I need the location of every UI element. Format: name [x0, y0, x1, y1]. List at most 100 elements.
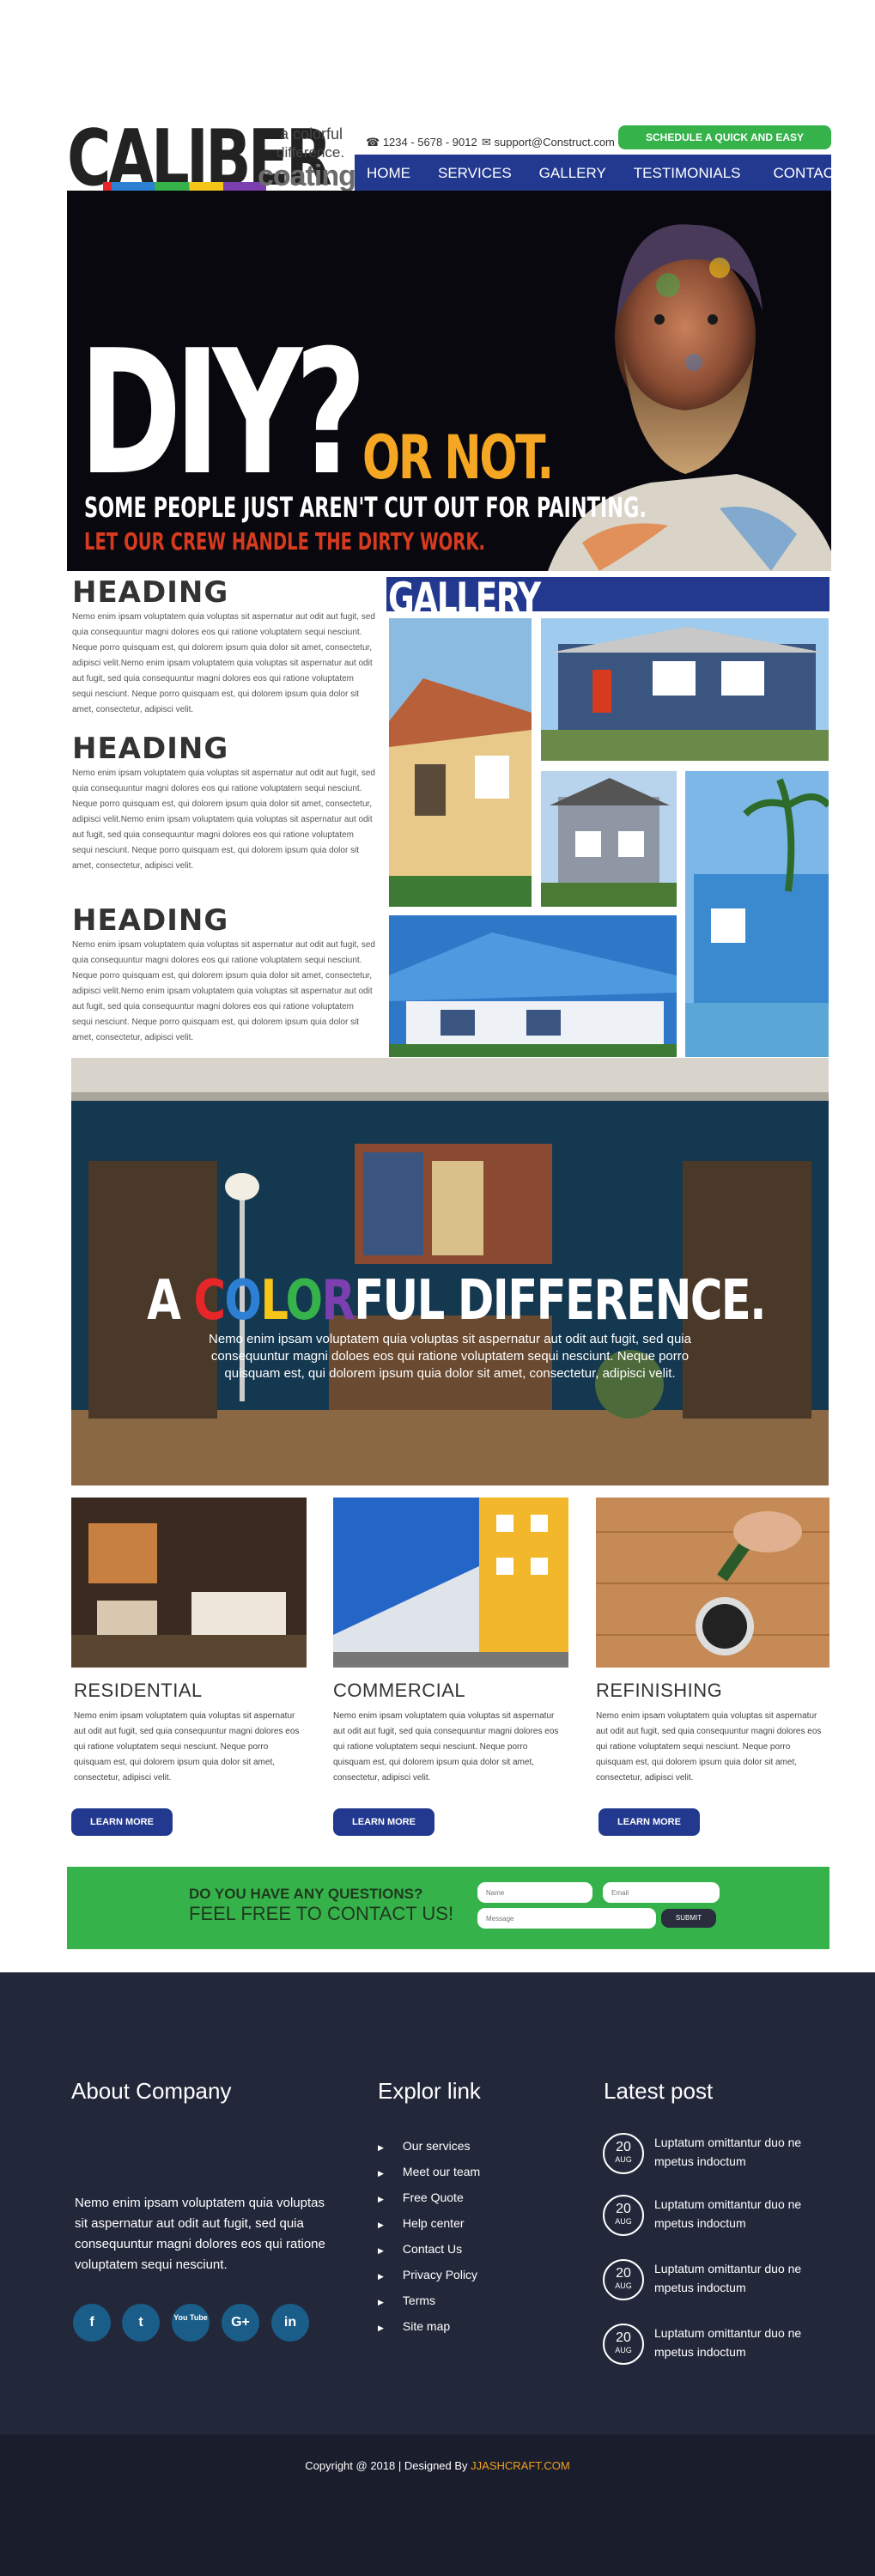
- post-date-badge: 20 AUG: [603, 2195, 644, 2236]
- banner-title-letter-l: L: [260, 1269, 287, 1333]
- contact-question: DO YOU HAVE ANY QUESTIONS?: [189, 1886, 423, 1902]
- banner-title-part: A: [147, 1269, 194, 1333]
- latest-post-link[interactable]: Luptatum omittantur duo ne mpetus indoct…: [654, 2195, 826, 2233]
- latest-post-link[interactable]: Luptatum omittantur duo ne mpetus indoct…: [654, 2133, 826, 2171]
- contact-strip: DO YOU HAVE ANY QUESTIONS? FEEL FREE TO …: [67, 1867, 829, 1949]
- nav-gallery[interactable]: GALLERY: [539, 165, 606, 182]
- commercial-photo[interactable]: [333, 1498, 568, 1668]
- banner-title-letter-r: R: [321, 1269, 355, 1333]
- post-day: 20: [616, 2330, 631, 2345]
- schedule-estimate-button[interactable]: SCHEDULE A QUICK AND EASY ESTIMATE!: [618, 125, 831, 167]
- gallery-photo-blue-cottage[interactable]: [541, 618, 829, 761]
- footer-link-free-quote[interactable]: ▶ Free Quote: [378, 2190, 464, 2204]
- banner-title: A COLORFUL DIFFERENCE.: [147, 1269, 766, 1333]
- footer-link-label: Help center: [402, 2216, 465, 2230]
- phone-icon: ☎: [366, 136, 380, 149]
- contact-submit-button[interactable]: SUBMIT: [661, 1909, 716, 1928]
- contact-name-input[interactable]: [477, 1882, 592, 1903]
- hero-subtitle-secondary: LET OUR CREW HANDLE THE DIRTY WORK.: [84, 527, 485, 556]
- post-day: 20: [616, 2140, 631, 2154]
- copyright-text: Copyright @ 2018 | Designed By JJASHCRAF…: [0, 2459, 875, 2472]
- banner-title-letter-c: C: [193, 1269, 226, 1333]
- post-month: AUG: [615, 2155, 632, 2164]
- hero-title-or-not: OR NOT.: [362, 422, 554, 493]
- footer-posts-title: Latest post: [604, 2078, 714, 2104]
- footer-link-our-services[interactable]: ▶ Our services: [378, 2139, 471, 2153]
- footer-link-help-center[interactable]: ▶ Help center: [378, 2216, 465, 2230]
- tagline-difference: difference.: [276, 144, 345, 161]
- hero-subtitle: SOME PEOPLE JUST AREN'T CUT OUT FOR PAIN…: [84, 491, 647, 524]
- post-month: AUG: [615, 2217, 632, 2226]
- arrow-right-icon: ▶: [378, 2221, 384, 2229]
- contact-invite: FEEL FREE TO CONTACT US!: [189, 1903, 454, 1924]
- section-heading: HEADING: [72, 903, 229, 938]
- service-title-refinishing: REFINISHING: [596, 1680, 723, 1701]
- service-title-commercial: COMMERCIAL: [333, 1680, 466, 1701]
- footer-about-text: Nemo enim ipsam voluptatem quia voluptas…: [75, 2196, 325, 2272]
- footer-link-label: Meet our team: [402, 2165, 481, 2178]
- phone-info[interactable]: ☎ 1234 - 5678 - 9012: [366, 136, 477, 149]
- arrow-right-icon: ▶: [378, 2195, 384, 2203]
- footer-link-privacy-policy[interactable]: ▶ Privacy Policy: [378, 2268, 477, 2281]
- gallery-photo-blue-house-palms[interactable]: [685, 771, 829, 1057]
- email-info[interactable]: ✉ support@Construct.com: [482, 136, 615, 149]
- section-text: Nemo enim ipsam voluptatem quia voluptas…: [72, 612, 375, 714]
- phone-number: 1234 - 5678 - 9012: [382, 136, 477, 149]
- footer-link-site-map[interactable]: ▶ Site map: [378, 2319, 450, 2333]
- gallery-photo-blue-roof-house[interactable]: [389, 915, 677, 1057]
- tagline-colorful: a colorful: [280, 125, 343, 143]
- post-day: 20: [616, 2266, 631, 2281]
- arrow-right-icon: ▶: [378, 2298, 384, 2306]
- learn-more-refinishing-button[interactable]: LEARN MORE: [599, 1808, 700, 1836]
- footer-link-label: Terms: [402, 2293, 436, 2307]
- service-text-refinishing: Nemo enim ipsam voluptatem quia voluptas…: [596, 1711, 822, 1783]
- post-month: AUG: [615, 2281, 632, 2290]
- learn-more-residential-button[interactable]: LEARN MORE: [71, 1808, 173, 1836]
- section-heading: HEADING: [72, 732, 229, 766]
- contact-email-input[interactable]: [603, 1882, 720, 1903]
- service-text-residential: Nemo enim ipsam voluptatem quia voluptas…: [74, 1711, 300, 1783]
- footer-links-title: Explor link: [378, 2078, 481, 2104]
- post-day: 20: [616, 2202, 631, 2216]
- post-date-badge: 20 AUG: [603, 2259, 644, 2300]
- learn-more-commercial-button[interactable]: LEARN MORE: [333, 1808, 434, 1836]
- arrow-right-icon: ▶: [378, 2324, 384, 2332]
- nav-testimonials[interactable]: TESTIMONIALS: [634, 165, 741, 182]
- contact-message-input[interactable]: [477, 1908, 656, 1929]
- post-date-badge: 20 AUG: [603, 2133, 644, 2174]
- residential-photo[interactable]: [71, 1498, 307, 1668]
- nav-services[interactable]: SERVICES: [438, 165, 512, 182]
- gallery-photo-yellow-house[interactable]: [389, 618, 532, 907]
- banner-title-letter-o2: O: [285, 1269, 324, 1333]
- gallery-title: GALLERY: [388, 574, 541, 623]
- section-text: Nemo enim ipsam voluptatem quia voluptas…: [72, 940, 375, 1042]
- google-plus-icon[interactable]: G+: [222, 2304, 259, 2342]
- post-date-badge: 20 AUG: [603, 2324, 644, 2365]
- refinishing-photo[interactable]: [596, 1498, 829, 1668]
- footer-link-label: Free Quote: [402, 2190, 464, 2204]
- banner-text: Nemo enim ipsam voluptatem quia voluptas…: [209, 1332, 691, 1381]
- twitter-icon[interactable]: t: [122, 2304, 160, 2342]
- email-address: support@Construct.com: [494, 136, 615, 149]
- footer-link-label: Our services: [402, 2139, 471, 2153]
- footer-link-terms[interactable]: ▶ Terms: [378, 2293, 435, 2307]
- linkedin-icon[interactable]: in: [271, 2304, 309, 2342]
- envelope-icon: ✉: [482, 136, 491, 149]
- arrow-right-icon: ▶: [378, 2246, 384, 2255]
- service-text-commercial: Nemo enim ipsam voluptatem quia voluptas…: [333, 1711, 559, 1783]
- gallery-photo-gray-house[interactable]: [541, 771, 677, 907]
- footer-link-meet-our-team[interactable]: ▶ Meet our team: [378, 2165, 480, 2178]
- banner-title-letter-o: O: [224, 1269, 262, 1333]
- youtube-icon[interactable]: You Tube: [172, 2304, 210, 2342]
- footer-link-label: Site map: [402, 2319, 451, 2333]
- designer-link[interactable]: JJASHCRAFT.COM: [471, 2459, 570, 2472]
- nav-contact[interactable]: CONTACT: [773, 165, 842, 182]
- section-text: Nemo enim ipsam voluptatem quia voluptas…: [72, 769, 375, 871]
- latest-post-link[interactable]: Luptatum omittantur duo ne mpetus indoct…: [654, 2324, 826, 2361]
- nav-home[interactable]: HOME: [367, 165, 410, 182]
- copyright-bar: [0, 2434, 875, 2576]
- hero-title: DIY?: [79, 313, 367, 513]
- latest-post-link[interactable]: Luptatum omittantur duo ne mpetus indoct…: [654, 2259, 826, 2297]
- footer-link-contact-us[interactable]: ▶ Contact Us: [378, 2242, 462, 2256]
- facebook-icon[interactable]: f: [73, 2304, 111, 2342]
